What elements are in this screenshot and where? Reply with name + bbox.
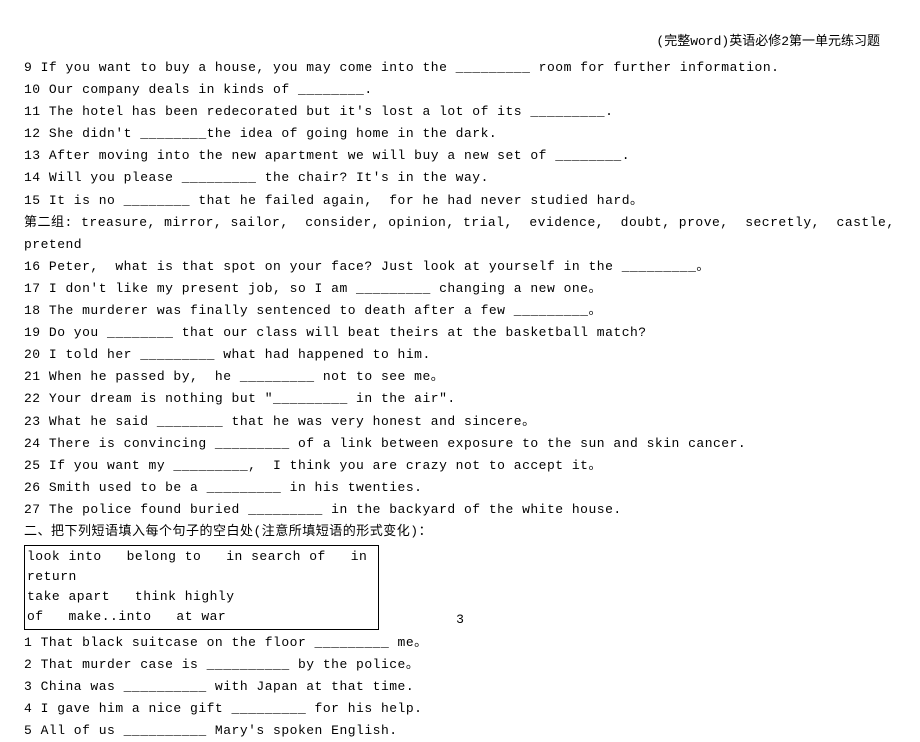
question-line: 26 Smith used to be a _________ in his t… [24,477,896,499]
question-line: 4 I gave him a nice gift _________ for h… [24,698,896,720]
question-line: 9 If you want to buy a house, you may co… [24,57,896,79]
question-line: 13 After moving into the new apartment w… [24,145,896,167]
box-line: look into belong to in search of in [27,547,376,567]
question-line: 16 Peter, what is that spot on your face… [24,256,896,278]
section-heading: 二、把下列短语填入每个句子的空白处(注意所填短语的形式变化)： [24,521,896,543]
question-line: 24 There is convincing _________ of a li… [24,433,896,455]
page-number: 3 [0,612,920,627]
header-text: (完整word)英语必修2第一单元练习题 [0,0,920,57]
question-line: 25 If you want my _________, I think you… [24,455,896,477]
box-line: take apart think highly [27,587,376,607]
box-line: return [27,567,376,587]
question-line: 22 Your dream is nothing but "_________ … [24,388,896,410]
wordbank-line: 第二组: treasure, mirror, sailor, consider,… [24,212,896,256]
content-area: 9 If you want to buy a house, you may co… [0,57,920,742]
question-line: 3 China was __________ with Japan at tha… [24,676,896,698]
question-line: 12 She didn't ________the idea of going … [24,123,896,145]
question-line: 19 Do you ________ that our class will b… [24,322,896,344]
question-line: 27 The police found buried _________ in … [24,499,896,521]
question-line: 11 The hotel has been redecorated but it… [24,101,896,123]
question-line: 23 What he said ________ that he was ver… [24,411,896,433]
question-line: 14 Will you please _________ the chair? … [24,167,896,189]
question-line: 18 The murderer was finally sentenced to… [24,300,896,322]
question-line: 2 That murder case is __________ by the … [24,654,896,676]
question-line: 10 Our company deals in kinds of _______… [24,79,896,101]
question-line: 1 That black suitcase on the floor _____… [24,632,896,654]
question-line: 21 When he passed by, he _________ not t… [24,366,896,388]
question-line: 5 All of us __________ Mary's spoken Eng… [24,720,896,742]
question-line: 17 I don't like my present job, so I am … [24,278,896,300]
question-line: 20 I told her _________ what had happene… [24,344,896,366]
question-line: 15 It is no ________ that he failed agai… [24,190,896,212]
